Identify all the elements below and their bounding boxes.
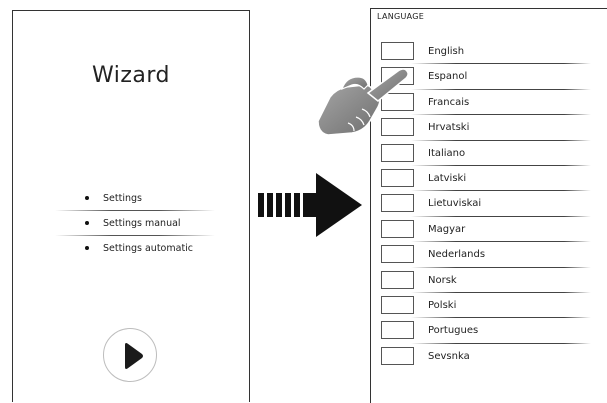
language-checkbox[interactable] bbox=[381, 194, 414, 213]
wizard-screen: Wizard Settings Settings manual Settings… bbox=[12, 10, 250, 402]
menu-item-settings-automatic[interactable]: Settings automatic bbox=[55, 236, 215, 261]
language-option-magyar[interactable]: Magyar bbox=[381, 217, 591, 243]
language-checkbox[interactable] bbox=[381, 295, 414, 314]
language-option-latviski[interactable]: Latviski bbox=[381, 166, 591, 192]
language-option-portugues[interactable]: Portugues bbox=[381, 318, 591, 344]
language-option-sevsnka[interactable]: Sevsnka bbox=[381, 344, 581, 369]
language-header: LANGUAGE bbox=[377, 12, 425, 21]
language-checkbox[interactable] bbox=[381, 321, 414, 340]
menu-item-label: Settings manual bbox=[103, 218, 181, 229]
language-label: Espanol bbox=[428, 71, 468, 83]
language-label: Francais bbox=[428, 96, 470, 108]
language-option-english[interactable]: English bbox=[381, 39, 591, 65]
language-label: Hrvatski bbox=[428, 122, 470, 134]
language-checkbox[interactable] bbox=[381, 168, 414, 187]
language-checkbox[interactable] bbox=[381, 245, 414, 264]
language-label: Latviski bbox=[428, 172, 467, 184]
arrow-right-icon bbox=[258, 173, 364, 241]
language-checkbox[interactable] bbox=[381, 270, 414, 289]
wizard-menu: Settings Settings manual Settings automa… bbox=[55, 186, 215, 261]
language-label: Nederlands bbox=[428, 249, 486, 261]
play-button[interactable] bbox=[103, 328, 157, 382]
menu-item-label: Settings automatic bbox=[103, 243, 194, 254]
language-label: English bbox=[428, 46, 465, 57]
bullet-icon bbox=[85, 221, 89, 225]
language-option-norsk[interactable]: Norsk bbox=[381, 268, 591, 293]
language-checkbox[interactable] bbox=[381, 346, 414, 365]
menu-item-label: Settings bbox=[103, 193, 142, 204]
pointing-hand-icon bbox=[312, 63, 422, 147]
language-label: Magyar bbox=[428, 223, 466, 235]
play-icon bbox=[125, 343, 143, 369]
language-option-polski[interactable]: Polski bbox=[381, 293, 591, 319]
menu-item-settings-manual[interactable]: Settings manual bbox=[55, 211, 215, 236]
language-label: Italiano bbox=[428, 147, 466, 159]
language-label: Polski bbox=[428, 299, 457, 311]
language-label: Norsk bbox=[428, 274, 457, 286]
bullet-icon bbox=[85, 246, 89, 250]
language-checkbox[interactable] bbox=[381, 42, 414, 60]
menu-item-settings[interactable]: Settings bbox=[55, 186, 215, 211]
page-title: Wizard bbox=[91, 63, 171, 88]
language-option-lietuviskai[interactable]: Lietuviskai bbox=[381, 191, 591, 217]
language-label: Lietuviskai bbox=[428, 198, 482, 210]
language-checkbox[interactable] bbox=[381, 219, 414, 238]
language-option-nederlands[interactable]: Nederlands bbox=[381, 242, 591, 268]
language-label: Portugues bbox=[428, 325, 479, 337]
language-label: Sevsnka bbox=[428, 350, 470, 362]
bullet-icon bbox=[85, 196, 89, 200]
